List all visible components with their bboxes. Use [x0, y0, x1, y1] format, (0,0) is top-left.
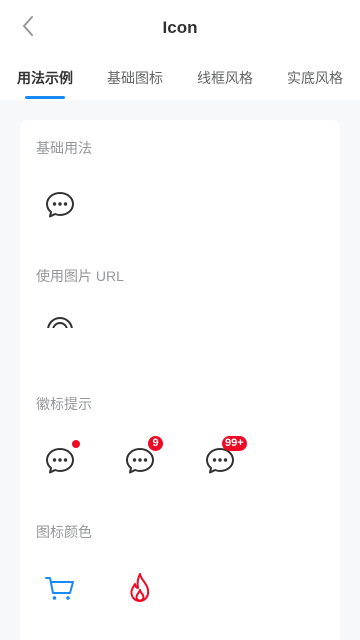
- section-title-color: 图标颜色: [36, 524, 92, 540]
- badge-dot: [72, 440, 80, 448]
- section-title-badge: 徽标提示: [36, 396, 92, 412]
- tab-active-indicator: [25, 96, 65, 99]
- fire-o-icon[interactable]: [124, 572, 156, 604]
- page-title: Icon: [162, 18, 198, 37]
- cart-o-icon[interactable]: [44, 572, 76, 604]
- tab-filled-style[interactable]: 实底风格: [287, 56, 343, 100]
- chat-o-icon[interactable]: [44, 444, 76, 476]
- chat-o-icon[interactable]: [44, 188, 76, 220]
- nav-bar: Icon: [0, 0, 360, 56]
- tab-basic-icons[interactable]: 基础图标: [107, 56, 163, 100]
- section-title-basic: 基础用法: [36, 140, 92, 156]
- tab-outline-style[interactable]: 线框风格: [197, 56, 253, 100]
- tab-bar: 用法示例 基础图标 线框风格 实底风格: [0, 56, 360, 100]
- demo-card: 基础用法 使用图片 URL 徽标提示 9 99+ 图标颜色: [20, 120, 340, 640]
- section-title-image: 使用图片 URL: [36, 268, 124, 284]
- image-url-icon[interactable]: [44, 314, 76, 328]
- tab-usage-examples[interactable]: 用法示例: [17, 56, 73, 100]
- badge-count: 99+: [222, 436, 247, 451]
- badge-count: 9: [148, 436, 163, 451]
